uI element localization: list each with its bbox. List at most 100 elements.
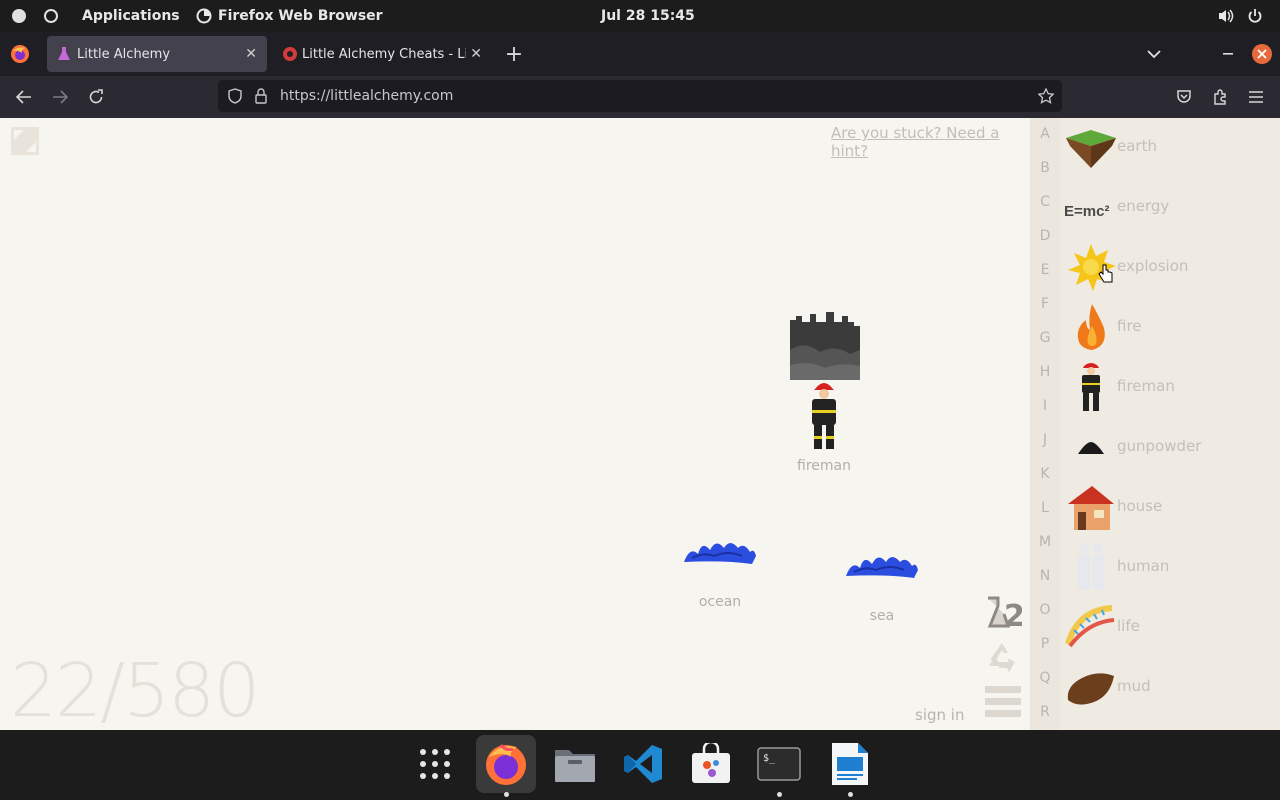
workspace-element-ocean[interactable]: ocean — [670, 536, 770, 616]
workspace-indicator-filled[interactable] — [12, 0, 26, 32]
close-tab-icon[interactable]: ✕ — [245, 46, 257, 62]
svg-text:2: 2 — [1004, 599, 1022, 632]
tracking-shield-icon[interactable] — [228, 88, 242, 104]
menu-button[interactable] — [985, 684, 1021, 720]
app-grid-icon — [420, 749, 450, 779]
bookmark-star-icon[interactable] — [1038, 88, 1054, 104]
element-gunpowder[interactable]: gunpowder — [1060, 418, 1280, 478]
letter-d[interactable]: D — [1030, 228, 1060, 244]
ruins-icon — [790, 312, 860, 380]
running-indicator — [777, 792, 782, 797]
wave-icon — [684, 543, 756, 564]
pocket-icon[interactable] — [1172, 85, 1196, 109]
gunpowder-icon — [1078, 442, 1104, 454]
element-energy[interactable]: E=mc² energy — [1060, 178, 1280, 238]
app-grid-button[interactable] — [405, 735, 465, 793]
new-tab-button[interactable]: + — [502, 42, 526, 67]
life-icon — [1065, 605, 1115, 648]
flask-icon: 2 — [987, 596, 1025, 634]
running-indicator — [504, 792, 509, 797]
alchemy-workspace[interactable]: Are you stuck? Need a hint? fireman ocea… — [0, 118, 1030, 730]
letter-f[interactable]: F — [1030, 296, 1060, 312]
encyclopedia-button[interactable]: 2 — [984, 594, 1025, 634]
focused-app-name: Firefox Web Browser — [218, 8, 383, 24]
element-human[interactable]: human — [1060, 538, 1280, 598]
web-content: Are you stuck? Need a hint? fireman ocea… — [0, 118, 1280, 730]
letter-q[interactable]: Q — [1030, 670, 1060, 686]
element-mud[interactable]: mud — [1060, 658, 1280, 718]
dock-terminal[interactable]: $_ — [749, 735, 809, 797]
workspace-indicator-ring[interactable] — [44, 0, 58, 32]
close-window-button[interactable] — [1250, 42, 1274, 66]
letter-p[interactable]: P — [1030, 636, 1060, 652]
house-icon — [1068, 486, 1114, 530]
workspace-label-sea: sea — [869, 608, 895, 624]
reload-icon[interactable] — [84, 85, 108, 109]
letter-h[interactable]: H — [1030, 364, 1060, 380]
letter-n[interactable]: N — [1030, 568, 1060, 584]
workspace-element-sea[interactable]: sea — [832, 550, 932, 630]
applications-menu[interactable]: Applications — [82, 0, 180, 32]
power-icon[interactable] — [1247, 0, 1263, 32]
tab-alchemy-cheats[interactable]: Little Alchemy Cheats - List ✕ — [272, 36, 492, 72]
element-explosion[interactable]: explosion — [1060, 238, 1280, 298]
back-arrow-icon[interactable] — [12, 85, 36, 109]
element-house[interactable]: house — [1060, 478, 1280, 538]
hint-link[interactable]: Are you stuck? Need a hint? — [831, 124, 1030, 160]
dock-files[interactable] — [545, 735, 605, 793]
vscode-icon — [624, 745, 662, 783]
letter-i[interactable]: I — [1030, 398, 1060, 414]
energy-icon: E=mc² — [1064, 203, 1109, 220]
lock-icon[interactable] — [255, 88, 267, 104]
letter-k[interactable]: K — [1030, 466, 1060, 482]
fullscreen-icon[interactable] — [10, 126, 40, 156]
dock-firefox[interactable] — [476, 735, 536, 797]
sign-in-link[interactable]: sign in — [915, 706, 964, 724]
element-earth[interactable]: earth — [1060, 118, 1280, 178]
alchemy-favicon-icon — [58, 47, 70, 60]
firefox-app-menu[interactable]: Firefox Web Browser — [196, 0, 383, 32]
letter-o[interactable]: O — [1030, 602, 1060, 618]
element-life[interactable]: life — [1060, 598, 1280, 658]
workspace-element-ruins[interactable] — [790, 310, 860, 380]
url-text[interactable]: https://littlealchemy.com — [280, 88, 453, 104]
recycle-button[interactable] — [984, 640, 1020, 676]
element-library[interactable]: A B C D E F G H I J K L M N O P Q R eart… — [1030, 118, 1280, 730]
element-fire[interactable]: fire — [1060, 298, 1280, 358]
menu-icon — [985, 686, 1021, 717]
volume-icon[interactable] — [1217, 0, 1235, 32]
dock-vscode[interactable] — [613, 735, 673, 793]
element-fireman[interactable]: fireman — [1060, 358, 1280, 418]
forward-arrow-icon[interactable] — [48, 85, 72, 109]
firefox-view-icon[interactable] — [8, 42, 32, 66]
clock[interactable]: Jul 28 15:45 — [601, 0, 695, 32]
list-all-tabs-icon[interactable] — [1142, 42, 1166, 66]
address-bar[interactable]: https://littlealchemy.com — [218, 80, 1062, 112]
close-tab-icon[interactable]: ✕ — [470, 46, 482, 62]
letter-e[interactable]: E — [1030, 262, 1060, 278]
fireman-icon — [812, 383, 836, 449]
letter-g[interactable]: G — [1030, 330, 1060, 346]
letter-l[interactable]: L — [1030, 500, 1060, 516]
letter-a[interactable]: A — [1030, 126, 1060, 142]
tab-strip: Little Alchemy ✕ Little Alchemy Cheats -… — [0, 32, 1280, 76]
letter-r[interactable]: R — [1030, 704, 1060, 720]
software-store-icon — [692, 743, 730, 783]
dock-software-store[interactable] — [681, 735, 741, 793]
recycle-icon — [989, 643, 1015, 672]
minimize-icon[interactable] — [1216, 42, 1240, 66]
dock-libreoffice-impress[interactable] — [820, 735, 880, 797]
workspace-label-ocean: ocean — [698, 594, 742, 610]
navigation-toolbar: https://littlealchemy.com — [0, 76, 1280, 118]
letter-b[interactable]: B — [1030, 160, 1060, 176]
letter-m[interactable]: M — [1030, 534, 1060, 550]
hamburger-menu-icon[interactable] — [1244, 85, 1268, 109]
firefox-small-icon — [196, 8, 212, 24]
mud-icon — [1067, 673, 1114, 705]
dock: $_ — [0, 730, 1280, 800]
letter-c[interactable]: C — [1030, 194, 1060, 210]
letter-j[interactable]: J — [1030, 432, 1060, 448]
tab-little-alchemy[interactable]: Little Alchemy ✕ — [47, 36, 267, 72]
workspace-element-fireman[interactable]: fireman — [774, 380, 874, 480]
extensions-icon[interactable] — [1208, 85, 1232, 109]
